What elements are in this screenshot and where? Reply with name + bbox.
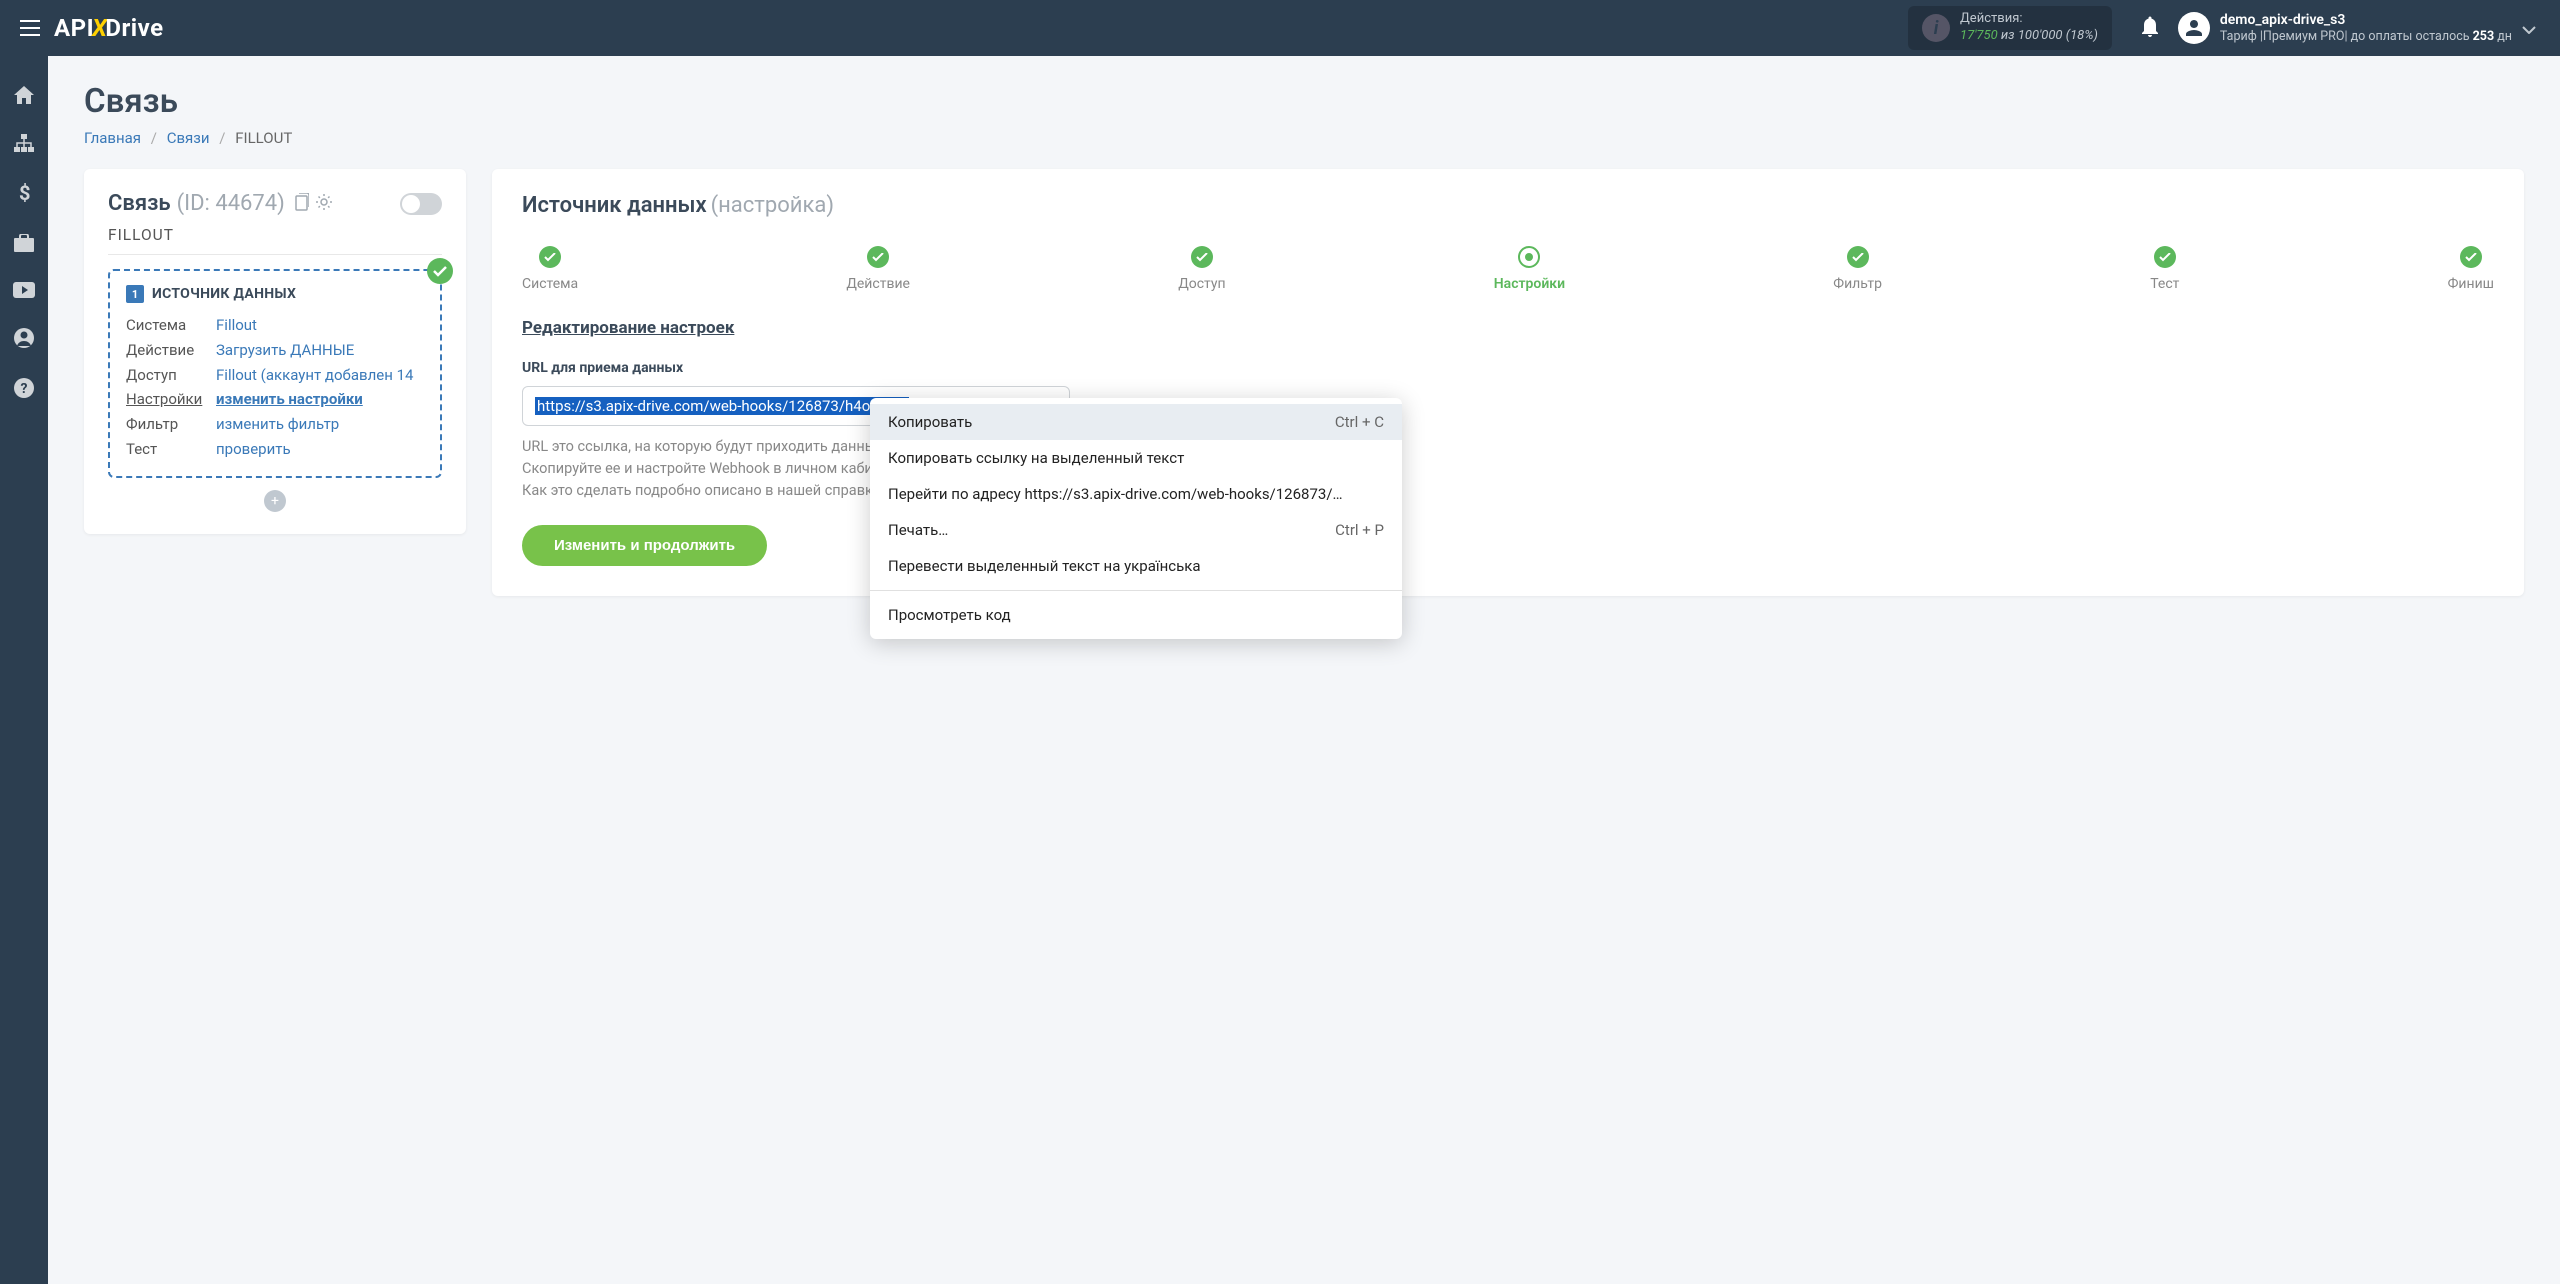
context-menu: КопироватьCtrl + C Копировать ссылку на … bbox=[870, 398, 1402, 639]
cm-print[interactable]: Печать…Ctrl + P bbox=[870, 512, 1402, 548]
data-source-panel: 1 ИСТОЧНИК ДАННЫХ СистемаFillout Действи… bbox=[108, 269, 442, 478]
info-icon: i bbox=[1922, 14, 1950, 42]
svg-text:?: ? bbox=[21, 381, 28, 397]
step-access[interactable]: Доступ bbox=[1178, 246, 1225, 292]
connection-id: (ID: 44674) bbox=[177, 191, 285, 216]
crumb-home[interactable]: Главная bbox=[84, 129, 141, 147]
sidebar-video[interactable] bbox=[13, 282, 35, 298]
settings-subtitle: (настройка) bbox=[711, 193, 834, 218]
connection-card: Связь (ID: 44674) FILLOUT 1 ИСТОЧНИК ДАН… bbox=[84, 169, 466, 534]
copy-icon[interactable] bbox=[293, 193, 309, 215]
edit-settings-heading: Редактирование настроек bbox=[522, 318, 2494, 338]
logo[interactable]: APIXDrive bbox=[54, 14, 164, 42]
menu-toggle-button[interactable] bbox=[14, 14, 46, 42]
step-action[interactable]: Действие bbox=[846, 246, 910, 292]
row-label: Тест bbox=[126, 437, 216, 462]
step-test[interactable]: Тест bbox=[2150, 246, 2179, 292]
row-value-filter[interactable]: изменить фильтр bbox=[216, 412, 339, 437]
add-step-button[interactable]: + bbox=[264, 490, 286, 512]
notifications-button[interactable] bbox=[2132, 7, 2168, 49]
cm-separator bbox=[870, 590, 1402, 591]
connection-title: Связь bbox=[108, 191, 171, 216]
sidebar-billing[interactable]: $ bbox=[17, 182, 31, 204]
connection-toggle[interactable] bbox=[400, 193, 442, 215]
user-name: demo_apix-drive_s3 bbox=[2220, 11, 2512, 29]
check-badge-icon bbox=[427, 258, 453, 284]
actions-total: 100'000 bbox=[2018, 28, 2063, 43]
row-label: Система bbox=[126, 313, 216, 338]
url-value-selected: https://s3.apix-drive.com/web-hooks/1268… bbox=[535, 397, 909, 415]
cm-goto[interactable]: Перейти по адресу https://s3.apix-drive.… bbox=[870, 476, 1402, 512]
settings-card: Источник данных (настройка) Система Дейс… bbox=[492, 169, 2524, 596]
actions-sep: из bbox=[2001, 28, 2015, 43]
actions-used: 17'750 bbox=[1960, 28, 1998, 43]
cm-copy[interactable]: КопироватьCtrl + C bbox=[870, 404, 1402, 440]
sidebar-connections[interactable] bbox=[14, 134, 34, 152]
logo-text-right: Drive bbox=[105, 14, 163, 42]
step-system[interactable]: Система bbox=[522, 246, 578, 292]
logo-text-left: API bbox=[54, 14, 94, 42]
url-field-label: URL для приема данных bbox=[522, 360, 2494, 376]
row-value-test[interactable]: проверить bbox=[216, 437, 291, 462]
step-finish[interactable]: Финиш bbox=[2448, 246, 2494, 292]
breadcrumb: Главная / Связи / FILLOUT bbox=[84, 129, 2524, 147]
row-label: Действие bbox=[126, 338, 216, 363]
source-number-badge: 1 bbox=[126, 285, 144, 303]
row-label: Фильтр bbox=[126, 412, 216, 437]
svg-text:$: $ bbox=[19, 182, 30, 204]
connection-name: FILLOUT bbox=[108, 226, 442, 255]
app-header: APIXDrive i Действия: 17'750 из 100'000 … bbox=[0, 0, 2560, 56]
settings-title: Источник данных bbox=[522, 193, 707, 218]
row-value-access[interactable]: Fillout (аккаунт добавлен 14 bbox=[216, 363, 413, 388]
crumb-links[interactable]: Связи bbox=[167, 129, 210, 147]
user-menu-chevron-icon[interactable] bbox=[2512, 19, 2546, 38]
actions-usage-badge[interactable]: i Действия: 17'750 из 100'000 (18%) bbox=[1908, 6, 2112, 50]
source-title: ИСТОЧНИК ДАННЫХ bbox=[152, 286, 296, 302]
actions-percent: (18%) bbox=[2066, 28, 2098, 43]
save-continue-button[interactable]: Изменить и продолжить bbox=[522, 525, 767, 566]
step-filter[interactable]: Фильтр bbox=[1833, 246, 1882, 292]
row-label-settings: Настройки bbox=[126, 387, 216, 412]
sidebar: $ ? bbox=[0, 56, 48, 1284]
crumb-sep: / bbox=[151, 129, 157, 147]
row-label: Доступ bbox=[126, 363, 216, 388]
crumb-current: FILLOUT bbox=[235, 129, 292, 147]
sidebar-help[interactable]: ? bbox=[14, 378, 34, 398]
cm-copy-link[interactable]: Копировать ссылку на выделенный текст bbox=[870, 440, 1402, 476]
row-value-action[interactable]: Загрузить ДАННЫЕ bbox=[216, 338, 354, 363]
user-avatar[interactable] bbox=[2178, 12, 2210, 44]
gear-icon[interactable] bbox=[315, 193, 333, 215]
crumb-sep: / bbox=[219, 129, 225, 147]
row-value-system[interactable]: Fillout bbox=[216, 313, 257, 338]
sidebar-account[interactable] bbox=[14, 328, 34, 348]
cm-inspect[interactable]: Просмотреть код bbox=[870, 597, 1402, 633]
cm-translate[interactable]: Перевести выделенный текст на українська bbox=[870, 548, 1402, 584]
page-title: Связь bbox=[84, 82, 2524, 121]
user-info[interactable]: demo_apix-drive_s3 Тариф |Премиум PRO| д… bbox=[2220, 11, 2512, 45]
actions-text: Действия: 17'750 из 100'000 (18%) bbox=[1960, 11, 2098, 45]
row-value-settings[interactable]: изменить настройки bbox=[216, 387, 363, 412]
actions-label: Действия: bbox=[1960, 11, 2098, 28]
user-tariff: Тариф |Премиум PRO| до оплаты осталось 2… bbox=[2220, 29, 2512, 45]
sidebar-briefcase[interactable] bbox=[14, 234, 34, 252]
step-settings[interactable]: Настройки bbox=[1494, 246, 1565, 292]
sidebar-home[interactable] bbox=[14, 86, 34, 104]
stepper: Система Действие Доступ Настройки Фильтр… bbox=[522, 246, 2494, 292]
